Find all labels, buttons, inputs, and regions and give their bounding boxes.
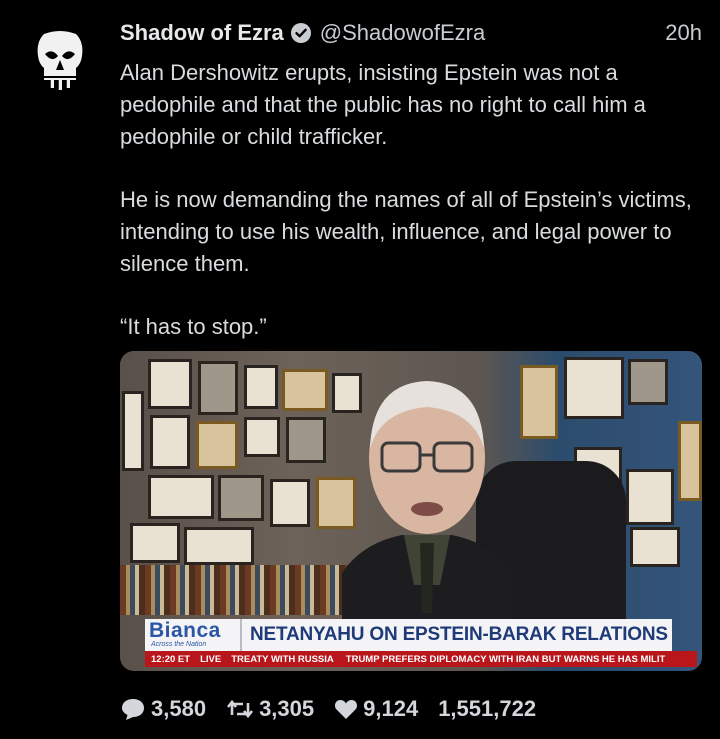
retweet-button[interactable]: 3,305 [226,696,314,722]
wall-frame [130,523,180,563]
ticker-item: TREATY WITH RUSSIA [231,653,334,665]
retweet-icon [227,699,254,719]
news-headline: NETANYAHU ON EPSTEIN-BARAK RELATIONS [250,624,668,645]
wall-frame [198,361,238,415]
wall-frame [270,479,310,527]
wall-frame [150,415,190,469]
tweet-paragraph: He is now demanding the names of all of … [120,187,692,276]
tweet-actions: 3,580 3,305 9,124 1,551,722 [120,694,556,724]
channel-logo-text: Bianca [149,619,221,642]
wall-frame [122,391,144,471]
wall-frame [184,527,254,565]
tweet-paragraph: “It has to stop.” [120,314,267,339]
wall-frame [148,359,192,409]
timestamp[interactable]: 20h [665,20,702,46]
news-ticker: 12:20 ET LIVE TREATY WITH RUSSIA TRUMP P… [145,651,697,667]
comment-icon [122,699,144,720]
wall-frame [628,359,668,405]
avatar[interactable] [36,30,84,100]
wall-frame [282,369,328,411]
wall-frame [196,421,238,469]
wall-frame [286,417,326,463]
display-name[interactable]: Shadow of Ezra [120,20,284,46]
wall-frame [218,475,264,521]
wall-frame [564,357,624,419]
wall-frame [520,365,558,439]
speaker-figure [342,381,512,663]
like-button[interactable]: 9,124 [334,696,418,722]
headline-banner: NETANYAHU ON EPSTEIN-BARAK RELATIONS [240,619,672,651]
wall-frame [244,417,280,457]
wall-frame [148,475,214,519]
verified-badge-icon [290,22,312,44]
wall-frame [244,365,278,409]
tweet-text: Alan Dershowitz erupts, insisting Epstei… [120,57,700,374]
wall-frame [626,469,674,525]
like-count: 9,124 [363,696,419,721]
ticker-item: TRUMP PREFERS DIPLOMACY WITH IRAN BUT WA… [345,653,666,665]
ticker-time: 12:20 ET [151,653,191,665]
live-badge: LIVE [196,653,226,665]
tweet-header: Shadow of Ezra @ShadowofEzra 20h [120,18,702,48]
heart-icon [335,700,358,719]
tweet-paragraph: Alan Dershowitz erupts, insisting Epstei… [120,60,646,149]
video-player[interactable]: Bianca Across the Nation NETANYAHU ON EP… [120,351,702,671]
views-stat[interactable]: 1,551,722 [438,696,536,722]
channel-logo: Bianca Across the Nation [145,619,240,651]
view-count: 1,551,722 [438,696,537,721]
wall-frame [630,527,680,567]
channel-logo-subtitle: Across the Nation [151,641,207,648]
bookshelf [120,565,350,615]
reply-count: 3,580 [151,696,207,721]
wall-frame [678,421,702,501]
user-handle[interactable]: @ShadowofEzra [320,20,485,46]
punisher-skull-icon [37,31,83,90]
reply-button[interactable]: 3,580 [120,696,206,722]
retweet-count: 3,305 [259,696,315,721]
